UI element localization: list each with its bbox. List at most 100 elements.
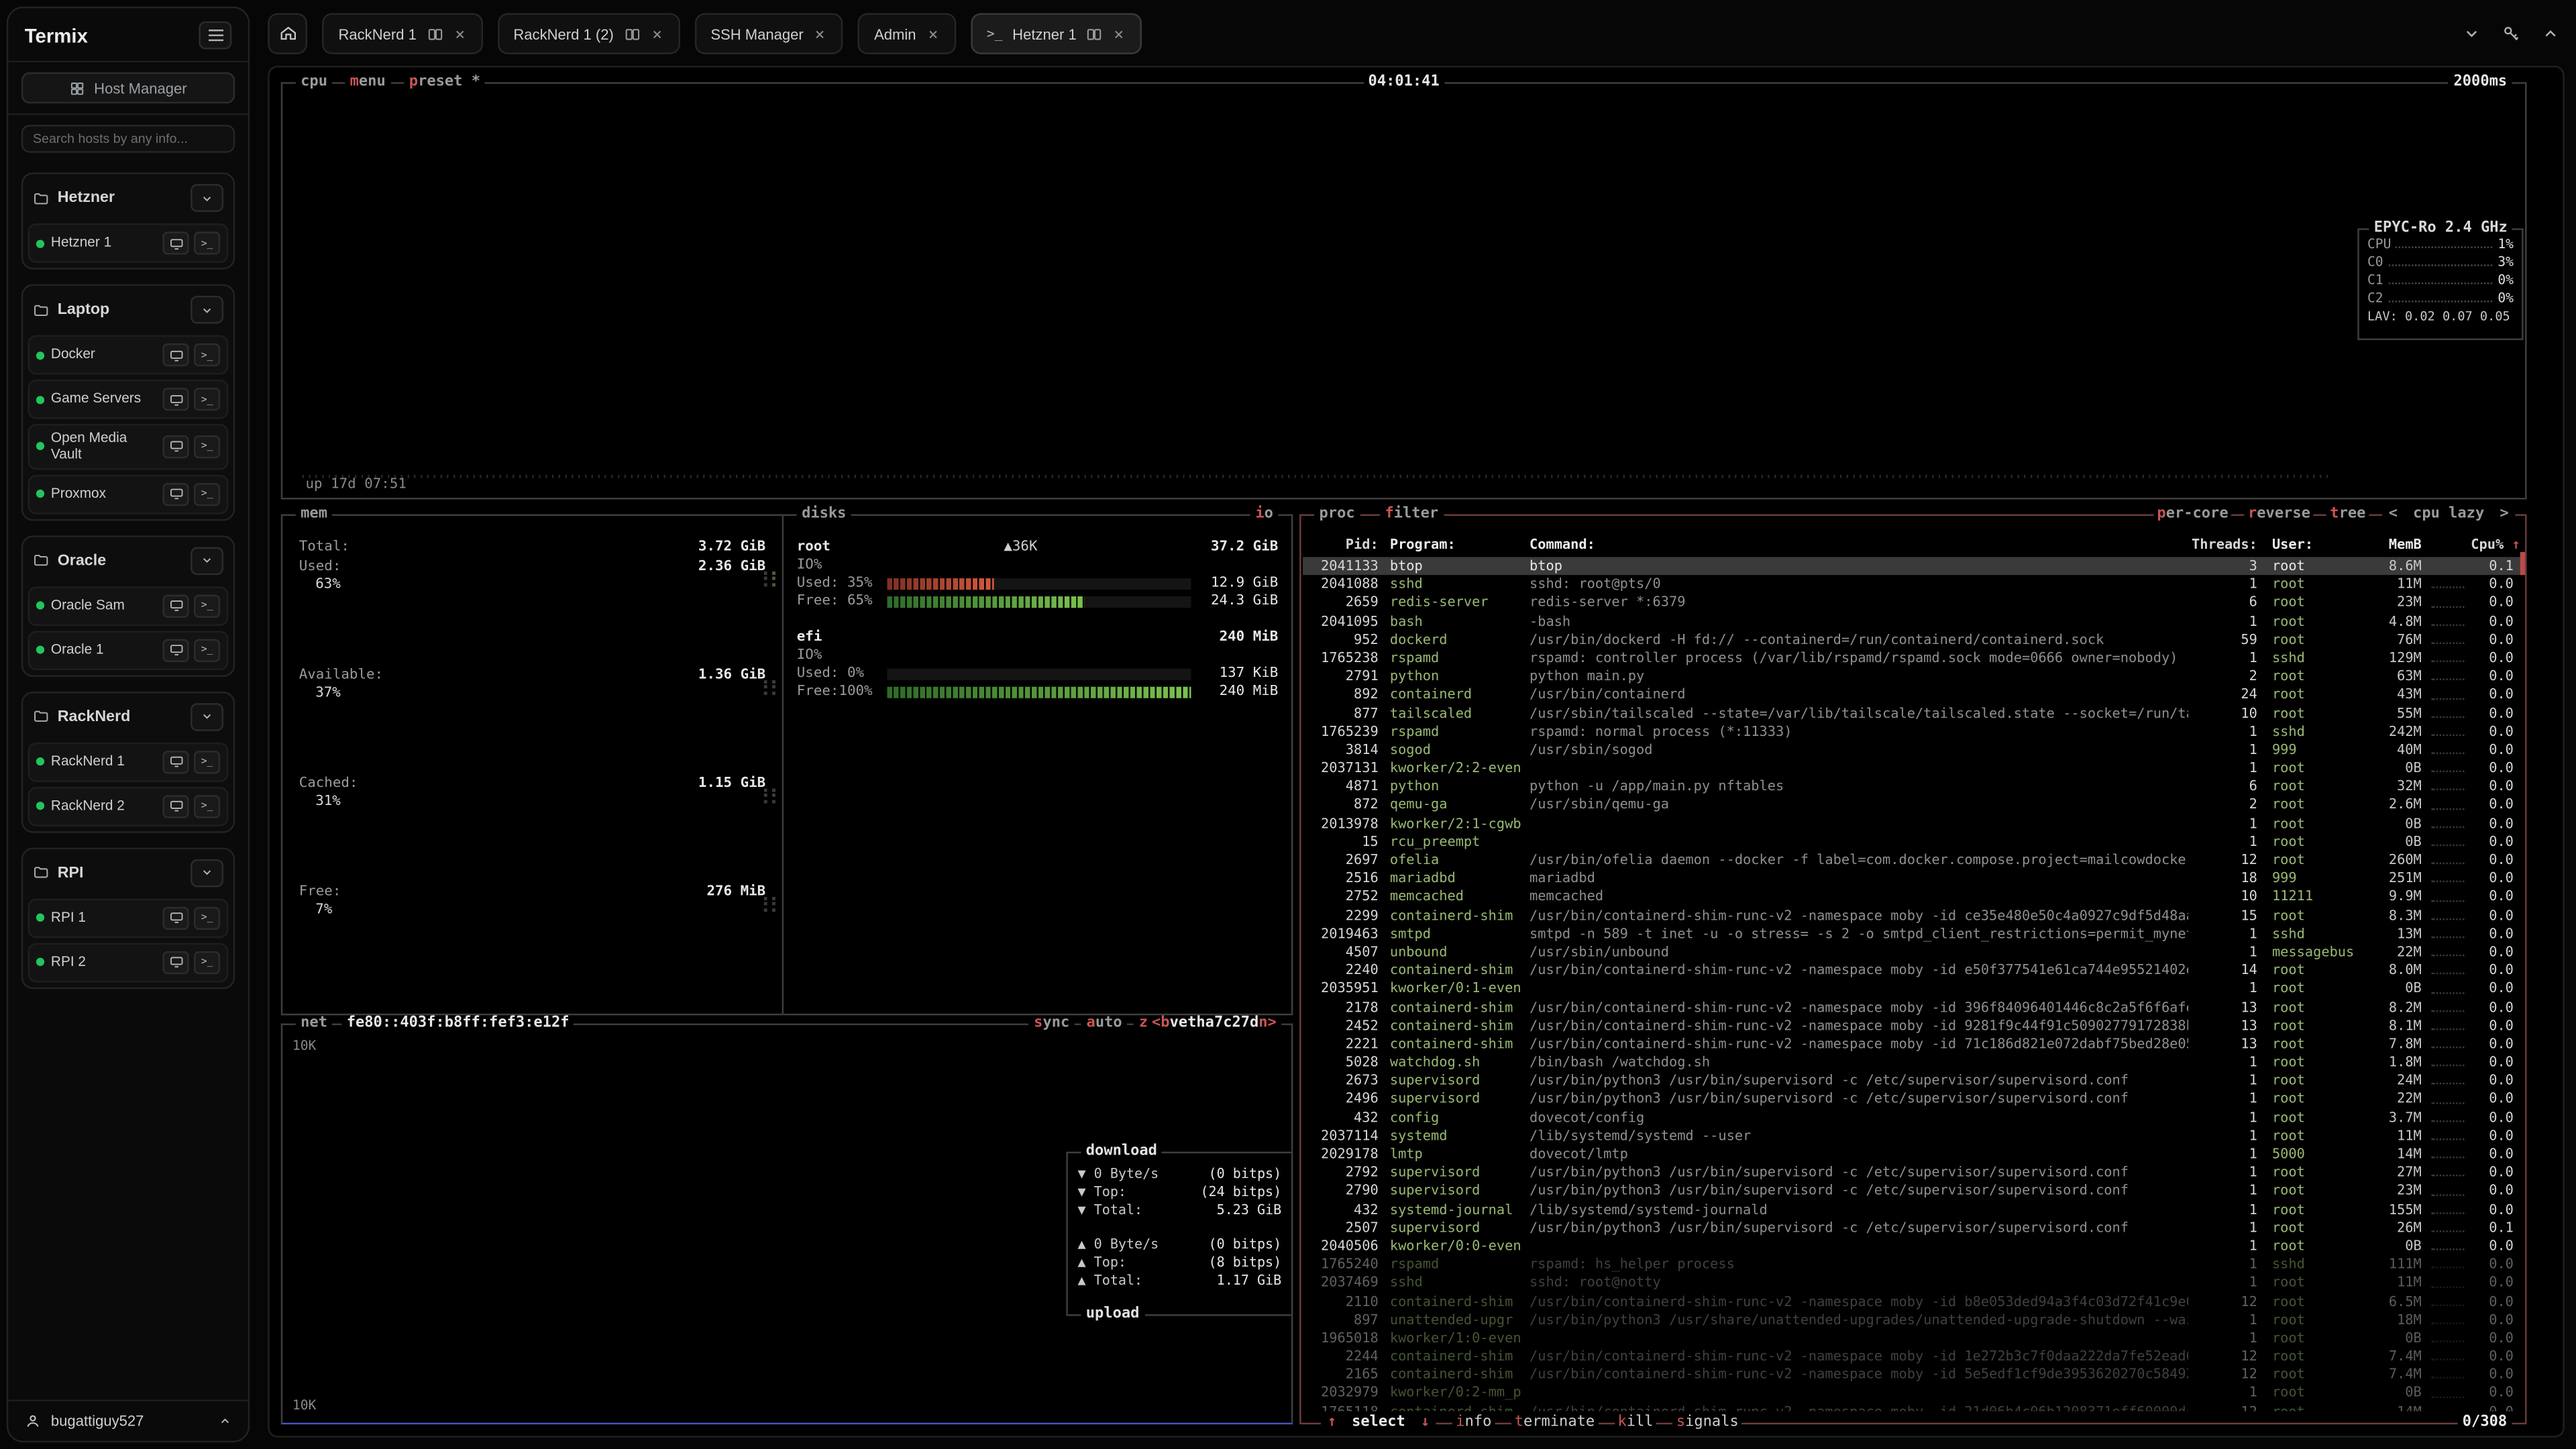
process-row[interactable]: 2032979 kworker/0:2-mm_p 1 root 0B 0.0: [1303, 1384, 2524, 1402]
process-row[interactable]: 2029178 lmtp dovecot/lmtp 1 5000 14M 0.0: [1303, 1145, 2524, 1163]
process-row[interactable]: 2299 containerd-shim /usr/bin/containerd…: [1303, 906, 2524, 924]
host-connect-button[interactable]: [162, 388, 189, 411]
process-row[interactable]: 1765239 rspamd rspamd: normal process (*…: [1303, 722, 2524, 741]
host-item[interactable]: Open Media Vault >_: [28, 424, 229, 469]
host-connect-button[interactable]: [162, 435, 189, 458]
host-item[interactable]: Hetzner 1 >_: [28, 223, 229, 263]
col-threads[interactable]: Threads:: [2188, 535, 2257, 553]
process-row[interactable]: 2041095 bash -bash 1 root 4.8M 0.0: [1303, 612, 2524, 630]
net-interface-switcher[interactable]: <bvetha7c27dn>: [1147, 1015, 1282, 1033]
process-row[interactable]: 2673 supervisord /usr/bin/python3 /usr/b…: [1303, 1071, 2524, 1089]
host-connect-button[interactable]: [162, 750, 189, 773]
close-icon[interactable]: [1113, 27, 1126, 40]
info-key[interactable]: info: [1452, 1415, 1495, 1433]
host-terminal-button[interactable]: >_: [194, 435, 220, 458]
process-row[interactable]: 2178 containerd-shim /usr/bin/containerd…: [1303, 998, 2524, 1016]
proc-percore-option[interactable]: per-core: [2154, 506, 2232, 524]
host-item[interactable]: RPI 1 >_: [28, 898, 229, 937]
group-collapse-button[interactable]: [191, 546, 223, 574]
process-row[interactable]: 1965018 kworker/1:0-even 1 root 0B 0.0: [1303, 1329, 2524, 1347]
host-item[interactable]: Game Servers >_: [28, 380, 229, 419]
split-view-icon[interactable]: [624, 25, 640, 42]
sidebar-menu-button[interactable]: [199, 21, 231, 50]
proc-tree-option[interactable]: tree: [2326, 506, 2369, 524]
process-row[interactable]: 952 dockerd /usr/bin/dockerd -H fd:// --…: [1303, 631, 2524, 649]
process-row[interactable]: 1765118 containerd-shim /usr/bin/contain…: [1303, 1403, 2524, 1411]
group-collapse-button[interactable]: [191, 184, 223, 212]
host-item[interactable]: RackNerd 2 >_: [28, 786, 229, 826]
preset-option[interactable]: preset *: [404, 74, 485, 92]
col-cpu[interactable]: Cpu% ↑: [2471, 535, 2523, 553]
host-item[interactable]: Oracle 1 >_: [28, 630, 229, 669]
close-icon[interactable]: [813, 27, 826, 40]
group-header[interactable]: RackNerd: [28, 696, 229, 737]
host-item[interactable]: Docker >_: [28, 335, 229, 375]
host-terminal-button[interactable]: >_: [194, 750, 220, 773]
process-row[interactable]: 1765238 rspamd rspamd: controller proces…: [1303, 649, 2524, 667]
process-row[interactable]: 2013978 kworker/2:1-cgwb 1 root 0B 0.0: [1303, 814, 2524, 833]
split-view-icon[interactable]: [427, 25, 443, 42]
host-connect-button[interactable]: [162, 906, 189, 929]
process-row[interactable]: 2040506 kworker/0:0-even 1 root 0B 0.0: [1303, 1237, 2524, 1255]
host-terminal-button[interactable]: >_: [194, 951, 220, 973]
process-row[interactable]: 432 config dovecot/config 1 root 3.7M 0.…: [1303, 1108, 2524, 1126]
chevron-down-icon[interactable]: [2463, 25, 2481, 43]
net-sync-option[interactable]: sync: [1029, 1015, 1075, 1033]
kill-key[interactable]: kill: [1615, 1415, 1657, 1433]
host-connect-button[interactable]: [162, 951, 189, 973]
host-manager-button[interactable]: Host Manager: [21, 72, 235, 104]
col-command[interactable]: Command:: [1529, 535, 2188, 553]
host-terminal-button[interactable]: >_: [194, 594, 220, 616]
process-row[interactable]: 2752 memcached memcached 10 11211 9.9M 0…: [1303, 888, 2524, 906]
process-row[interactable]: 15 rcu_preempt 1 root 0B 0.0: [1303, 833, 2524, 851]
tab-racknerd-1[interactable]: RackNerd 1: [322, 13, 482, 54]
process-row[interactable]: 2790 supervisord /usr/bin/python3 /usr/b…: [1303, 1182, 2524, 1200]
disks-io-option[interactable]: io: [1250, 506, 1278, 524]
process-row[interactable]: 872 qemu-ga /usr/sbin/qemu-ga 2 root 2.6…: [1303, 796, 2524, 814]
proc-table[interactable]: 2041133 btop btop 3 root 8.6M 0.1 204108…: [1303, 557, 2524, 1411]
process-row[interactable]: 2037469 sshd sshd: root@notty 1 root 11M…: [1303, 1274, 2524, 1292]
host-terminal-button[interactable]: >_: [194, 906, 220, 929]
proc-filter-option[interactable]: filter: [1380, 506, 1443, 524]
process-row[interactable]: 4507 unbound /usr/sbin/unbound 1 message…: [1303, 943, 2524, 961]
col-mem[interactable]: MemB: [2359, 535, 2422, 553]
process-row[interactable]: 2240 containerd-shim /usr/bin/containerd…: [1303, 961, 2524, 979]
split-view-icon[interactable]: [1086, 25, 1102, 42]
host-connect-button[interactable]: [162, 594, 189, 616]
process-row[interactable]: 4871 python python -u /app/main.py nftab…: [1303, 777, 2524, 796]
process-row[interactable]: 2452 containerd-shim /usr/bin/containerd…: [1303, 1016, 2524, 1034]
process-row[interactable]: 2041133 btop btop 3 root 8.6M 0.1: [1303, 557, 2524, 575]
process-row[interactable]: 2221 containerd-shim /usr/bin/containerd…: [1303, 1035, 2524, 1053]
host-connect-button[interactable]: [162, 482, 189, 505]
process-row[interactable]: 2792 supervisord /usr/bin/python3 /usr/b…: [1303, 1163, 2524, 1181]
close-icon[interactable]: [926, 27, 939, 40]
group-header[interactable]: RPI: [28, 852, 229, 893]
process-row[interactable]: 2165 containerd-shim /usr/bin/containerd…: [1303, 1366, 2524, 1384]
host-terminal-button[interactable]: >_: [194, 343, 220, 366]
process-row[interactable]: 892 containerd /usr/bin/containerd 24 ro…: [1303, 686, 2524, 704]
process-row[interactable]: 897 unattended-upgr /usr/bin/python3 /us…: [1303, 1311, 2524, 1329]
host-terminal-button[interactable]: >_: [194, 388, 220, 411]
proc-scrollbar[interactable]: [2520, 552, 2525, 575]
process-row[interactable]: 1765240 rspamd rspamd: hs_helper process…: [1303, 1255, 2524, 1273]
process-row[interactable]: 2041088 sshd sshd: root@pts/0 1 root 11M…: [1303, 576, 2524, 594]
group-collapse-button[interactable]: [191, 296, 223, 324]
group-collapse-button[interactable]: [191, 702, 223, 731]
tab-admin[interactable]: Admin: [858, 13, 956, 54]
process-row[interactable]: 2507 supervisord /usr/bin/python3 /usr/b…: [1303, 1219, 2524, 1237]
key-icon[interactable]: [2502, 25, 2520, 43]
process-row[interactable]: 2516 mariadbd mariadbd 18 999 251M 0.0: [1303, 869, 2524, 888]
host-connect-button[interactable]: [162, 794, 189, 817]
close-icon[interactable]: [453, 27, 466, 40]
select-keys[interactable]: ↑ select ↓: [1321, 1415, 1436, 1433]
host-terminal-button[interactable]: >_: [194, 231, 220, 254]
menu-option[interactable]: menu: [345, 74, 390, 92]
home-button[interactable]: [268, 13, 307, 54]
host-connect-button[interactable]: [162, 343, 189, 366]
host-item[interactable]: RPI 2 >_: [28, 943, 229, 982]
group-collapse-button[interactable]: [191, 859, 223, 887]
process-row[interactable]: 5028 watchdog.sh /bin/bash /watchdog.sh …: [1303, 1053, 2524, 1071]
terminate-key[interactable]: terminate: [1511, 1415, 1598, 1433]
host-item[interactable]: Oracle Sam >_: [28, 586, 229, 625]
process-row[interactable]: 2791 python python main.py 2 root 63M 0.…: [1303, 667, 2524, 686]
